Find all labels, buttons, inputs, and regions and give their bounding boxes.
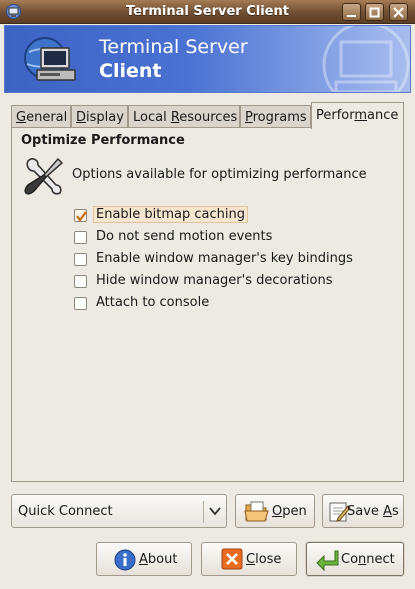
mnemonic: A: [383, 504, 392, 519]
tab-label-pre: Perfor: [316, 108, 355, 123]
maximize-button[interactable]: [365, 3, 384, 21]
label-rest: pen: [282, 504, 307, 519]
wrench-screwdriver-icon: [24, 157, 64, 195]
tab-mnemonic: G: [16, 110, 27, 125]
option-hide-wm-decorations[interactable]: Hide window manager's decorations: [74, 271, 374, 291]
options-description: Options available for optimizing perform…: [72, 167, 367, 182]
connect-arrow-icon: [316, 550, 339, 572]
tab-mnemonic: D: [76, 110, 87, 125]
performance-page: Optimize Performance Options available f…: [11, 127, 404, 482]
label-rest: bout: [147, 552, 178, 567]
tab-mnemonic: m: [354, 108, 368, 123]
mnemonic: A: [139, 552, 148, 567]
option-label: Enable window manager's key bindings: [96, 251, 353, 266]
close-window-button[interactable]: [389, 3, 408, 21]
about-label: About: [139, 552, 177, 567]
folder-open-icon: [244, 501, 269, 522]
title-bar[interactable]: Terminal Server Client: [0, 0, 415, 24]
banner-title-line2: Client: [99, 60, 162, 82]
option-label: Enable bitmap caching: [93, 206, 248, 223]
label-rest: lose: [255, 552, 282, 567]
checkbox[interactable]: [74, 275, 87, 288]
connect-button[interactable]: Connect: [306, 542, 404, 576]
tab-mnemonic: R: [170, 110, 180, 125]
close-x-icon: [221, 548, 243, 570]
tab-programs[interactable]: Programs: [240, 105, 311, 128]
option-label: Attach to console: [96, 295, 210, 310]
tab-general[interactable]: General: [11, 105, 71, 128]
tab-display[interactable]: Display: [71, 105, 128, 128]
info-icon: [114, 549, 136, 571]
tab-label-pre: Local: [133, 110, 171, 125]
about-button[interactable]: About: [96, 542, 192, 576]
checkmark-icon: [76, 211, 87, 222]
section-title: Optimize Performance: [21, 133, 185, 148]
minimize-button[interactable]: [342, 3, 361, 21]
settings-notebook: General Display Local Resources Programs…: [11, 102, 404, 482]
option-attach-console[interactable]: Attach to console: [74, 293, 374, 313]
open-label: Open: [272, 504, 307, 519]
quick-connect-combo[interactable]: Quick Connect: [11, 494, 227, 528]
mnemonic: O: [272, 504, 283, 519]
chevron-down-icon[interactable]: [209, 507, 221, 516]
label-pre: Co: [341, 552, 359, 567]
close-icon: [393, 7, 404, 18]
close-label: Close: [246, 552, 281, 567]
checkbox[interactable]: [74, 253, 87, 266]
quick-connect-value: Quick Connect: [18, 504, 113, 519]
tab-strip: General Display Local Resources Programs…: [11, 102, 404, 129]
globe-computer-logo-icon: [24, 37, 76, 81]
banner-title-line1: Terminal Server: [99, 36, 248, 58]
tab-local-resources[interactable]: Local Resources: [128, 105, 240, 128]
option-enable-bitmap-caching[interactable]: Enable bitmap caching: [74, 205, 374, 225]
option-label: Do not send motion events: [96, 229, 273, 244]
checkbox[interactable]: [74, 209, 87, 222]
option-no-motion-events[interactable]: Do not send motion events: [74, 227, 374, 247]
label-pre: Save: [347, 504, 384, 519]
tab-performance[interactable]: Performance: [311, 102, 404, 129]
option-wm-key-bindings[interactable]: Enable window manager's key bindings: [74, 249, 374, 269]
tab-label-post: eneral: [26, 110, 68, 125]
combo-separator: [203, 501, 204, 523]
option-label: Hide window manager's decorations: [96, 273, 333, 288]
checkbox[interactable]: [74, 231, 87, 244]
mnemonic: C: [246, 552, 256, 567]
close-button[interactable]: Close: [201, 542, 297, 576]
open-button[interactable]: Open: [235, 494, 315, 528]
label-rest: nect: [366, 552, 395, 567]
tab-label-post: rograms: [252, 110, 307, 125]
tab-label-post: ance: [367, 108, 399, 123]
checkbox[interactable]: [74, 297, 87, 310]
connect-label: Connect: [341, 552, 395, 567]
save-as-label: Save As: [347, 504, 399, 519]
tab-label-post: isplay: [86, 110, 124, 125]
tab-label-post: esources: [179, 110, 238, 125]
tab-mnemonic: P: [245, 110, 253, 125]
globe-computer-watermark-icon: [322, 26, 410, 92]
maximize-icon: [369, 7, 380, 18]
label-rest: s: [391, 504, 399, 519]
save-as-button[interactable]: Save As: [322, 494, 404, 528]
header-banner: Terminal Server Client: [4, 25, 411, 93]
minimize-icon: [347, 15, 356, 17]
